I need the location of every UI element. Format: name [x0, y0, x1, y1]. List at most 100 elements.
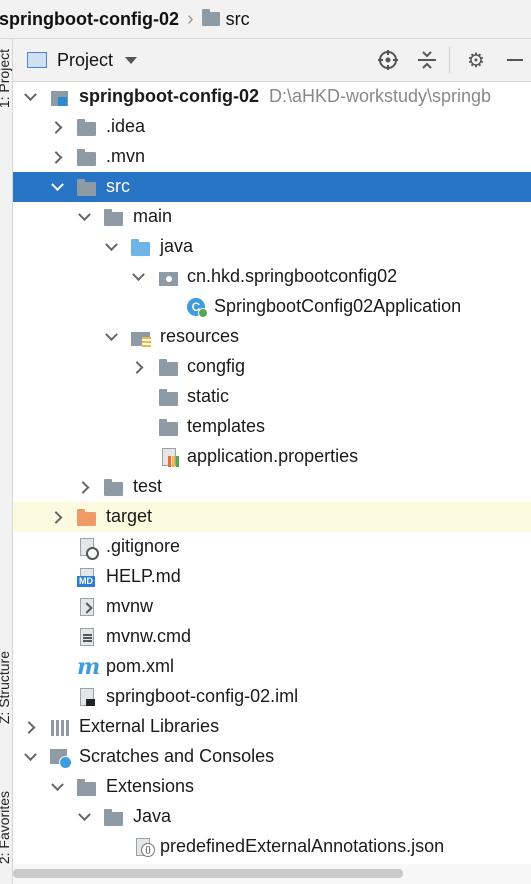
tree-node-java-extensions[interactable]: Java: [13, 802, 531, 832]
root-name: springboot-config-02: [79, 86, 259, 106]
chevron-down-icon[interactable]: [125, 56, 138, 64]
folder-icon: [77, 777, 97, 797]
chevron-right-icon[interactable]: [49, 149, 65, 165]
folder-icon: [77, 117, 97, 137]
tree-node-pom[interactable]: pom.xml: [13, 652, 531, 682]
tree-label: springboot-config-02.iml: [106, 686, 299, 706]
chevron-down-icon[interactable]: [103, 329, 119, 345]
tree-label: External Libraries: [79, 716, 220, 736]
tree-node-annotations-json[interactable]: predefinedExternalAnnotations.json: [13, 832, 531, 862]
chevron-down-icon[interactable]: [76, 209, 92, 225]
package-icon: [159, 267, 179, 287]
chevron-right-icon[interactable]: [76, 479, 92, 495]
source-folder-icon: [131, 237, 151, 257]
chevron-down-icon[interactable]: [76, 809, 92, 825]
tree-node-main[interactable]: main: [13, 202, 531, 232]
minimize-icon[interactable]: [503, 48, 527, 72]
tree-node-mvn[interactable]: .mvn: [13, 142, 531, 172]
tree-label: SpringbootConfig02Application: [214, 296, 462, 316]
tree-node-app-class[interactable]: SpringbootConfig02Application: [13, 292, 531, 322]
folder-icon: [159, 387, 179, 407]
chevron-down-icon[interactable]: [103, 239, 119, 255]
folder-icon: [104, 477, 124, 497]
tree-label: resources: [160, 326, 240, 346]
chevron-down-icon[interactable]: [49, 779, 65, 795]
tree-label: .idea: [106, 116, 146, 136]
breadcrumb-folder[interactable]: src: [226, 9, 250, 30]
tree-node-application-properties[interactable]: application.properties: [13, 442, 531, 472]
breadcrumb-project[interactable]: springboot-config-02: [0, 9, 179, 30]
folder-icon: [201, 9, 220, 26]
chevron-down-icon[interactable]: [130, 269, 146, 285]
tree-node-src[interactable]: src: [13, 172, 531, 202]
gear-icon[interactable]: ⚙: [464, 48, 488, 72]
locate-icon[interactable]: [376, 48, 400, 72]
horizontal-scrollbar[interactable]: [13, 864, 531, 884]
tree-node-iml[interactable]: springboot-config-02.iml: [13, 682, 531, 712]
folder-icon: [104, 207, 124, 227]
tree-label: application.properties: [187, 446, 359, 466]
tree-label: pom.xml: [106, 656, 175, 676]
chevron-right-icon[interactable]: [22, 719, 38, 735]
tree-node-static[interactable]: static: [13, 382, 531, 412]
tree-node-templates[interactable]: templates: [13, 412, 531, 442]
tree-label: HELP.md: [106, 566, 181, 586]
batch-file-icon: [77, 627, 97, 647]
tree-label: Extensions: [106, 776, 195, 796]
markdown-file-icon: [77, 567, 97, 587]
tree-label: static: [187, 386, 230, 406]
tree-node-help-md[interactable]: HELP.md: [13, 562, 531, 592]
view-selector[interactable]: Project: [57, 50, 113, 71]
breadcrumb-separator-icon: ›: [186, 7, 194, 30]
tree-node-gitignore[interactable]: .gitignore: [13, 532, 531, 562]
folder-icon: [159, 357, 179, 377]
chevron-down-icon[interactable]: [22, 749, 38, 765]
tree-label: congfig: [187, 356, 246, 376]
tree-node-scratches[interactable]: Scratches and Consoles: [13, 742, 531, 772]
resources-folder-icon: [131, 327, 151, 347]
project-view-icon: [27, 52, 47, 68]
properties-file-icon: [159, 447, 179, 467]
folder-icon: [159, 417, 179, 437]
tool-window-header: Project ⚙: [13, 39, 531, 82]
library-icon: [50, 717, 70, 737]
tree-label: java: [160, 236, 194, 256]
project-tree[interactable]: springboot-config-02 D:\aHKD-workstudy\sp…: [13, 82, 531, 862]
tree-node-mvnw[interactable]: mvnw: [13, 592, 531, 622]
tree-node-idea[interactable]: .idea: [13, 112, 531, 142]
scrollbar-thumb[interactable]: [13, 869, 403, 878]
tree-node-java[interactable]: java: [13, 232, 531, 262]
tree-node-target[interactable]: target: [13, 502, 531, 532]
tree-node-mvnw-cmd[interactable]: mvnw.cmd: [13, 622, 531, 652]
chevron-right-icon[interactable]: [49, 509, 65, 525]
tree-label: target: [106, 506, 153, 526]
spring-boot-class-icon: [186, 297, 208, 318]
tree-label: templates: [187, 416, 266, 436]
module-file-icon: [77, 687, 97, 707]
tree-node-test[interactable]: test: [13, 472, 531, 502]
tree-node-extensions[interactable]: Extensions: [13, 772, 531, 802]
breadcrumb: springboot-config-02 › src: [0, 0, 531, 39]
chevron-down-icon[interactable]: [22, 89, 38, 105]
tree-label: .gitignore: [106, 536, 181, 556]
excluded-folder-icon: [77, 507, 97, 527]
chevron-right-icon[interactable]: [130, 359, 146, 375]
chevron-down-icon[interactable]: [49, 179, 65, 195]
folder-icon: [104, 807, 124, 827]
tree-label: mvnw: [106, 596, 154, 616]
project-tool-window: springboot-config-02 › src 1: Project Z:…: [0, 0, 531, 884]
tree-node-package[interactable]: cn.hkd.springbootconfig02: [13, 262, 531, 292]
left-tool-stripe: 1: Project Z: Structure 2: Favorites: [0, 39, 13, 884]
ignore-file-icon: [77, 537, 99, 560]
chevron-right-icon[interactable]: [49, 119, 65, 135]
tree-node-external-libraries[interactable]: External Libraries: [13, 712, 531, 742]
tree-node-root[interactable]: springboot-config-02 D:\aHKD-workstudy\sp…: [13, 82, 531, 112]
tree-node-resources[interactable]: resources: [13, 322, 531, 352]
collapse-all-icon[interactable]: [415, 48, 439, 72]
tree-label: .mvn: [106, 146, 146, 166]
root-path: D:\aHKD-workstudy\springb: [268, 86, 492, 106]
folder-icon: [77, 147, 97, 167]
tree-label: Java: [133, 806, 172, 826]
maven-icon: [77, 654, 100, 680]
tree-node-congfig[interactable]: congfig: [13, 352, 531, 382]
